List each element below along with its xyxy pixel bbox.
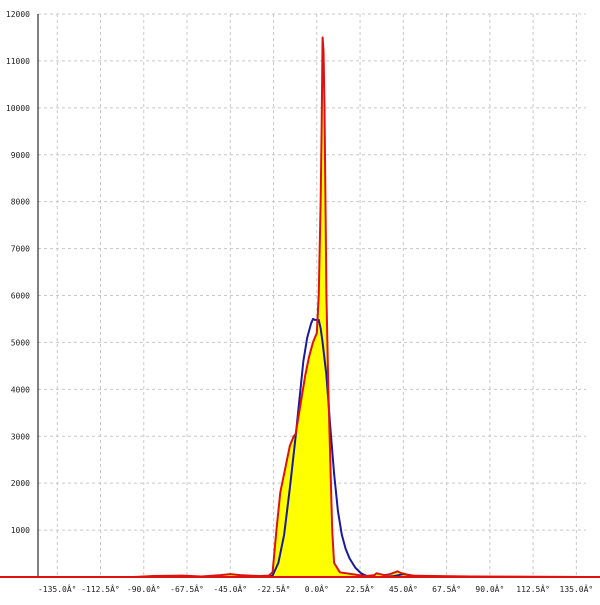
y-tick-label: 12000 bbox=[6, 10, 30, 19]
y-tick-label: 7000 bbox=[11, 245, 30, 254]
x-tick-labels: -135.0Â° -112.5Â° -90.0Â° -67.5Â° -45.0Â° -22… bbox=[38, 583, 593, 594]
y-tick-label: 1000 bbox=[11, 526, 30, 535]
chart-svg: -135.0Â° -112.5Â° -90.0Â° -67.5Â° -45.0Â° -22… bbox=[0, 10, 600, 594]
series-0-area bbox=[38, 37, 586, 577]
x-tick-label: 112.5Â° bbox=[516, 583, 550, 594]
x-tick-label: 0.0Â° bbox=[305, 583, 329, 594]
y-tick-label: 2000 bbox=[11, 479, 30, 488]
y-tick-label: 4000 bbox=[11, 385, 30, 394]
y-tick-label: 3000 bbox=[11, 432, 30, 441]
x-tick-label: -67.5Â° bbox=[170, 583, 204, 594]
x-tick-label: 90.0Â° bbox=[475, 583, 504, 594]
x-tick-label: 67.5Â° bbox=[432, 583, 461, 594]
x-tick-label: -22.5Â° bbox=[257, 583, 291, 594]
x-tick-label: -90.0Â° bbox=[127, 583, 161, 594]
y-tick-label: 5000 bbox=[11, 338, 30, 347]
area-fill-layer bbox=[38, 37, 586, 577]
y-tick-labels: 1000 2000 3000 4000 5000 6000 7000 8000 9000 1000… bbox=[6, 10, 30, 535]
y-tick-label: 11000 bbox=[6, 57, 30, 66]
x-tick-label: -45.0Â° bbox=[213, 583, 247, 594]
y-tick-label: 10000 bbox=[6, 104, 30, 113]
y-tick-label: 6000 bbox=[11, 292, 30, 301]
chart: -135.0Â° -112.5Â° -90.0Â° -67.5Â° -45.0Â° -22… bbox=[0, 0, 600, 600]
x-tick-label: -135.0Â° bbox=[38, 583, 77, 594]
x-tick-label: -112.5Â° bbox=[81, 583, 120, 594]
y-tick-label: 8000 bbox=[11, 198, 30, 207]
y-tick-label: 9000 bbox=[11, 151, 30, 160]
x-tick-label: 45.0Â° bbox=[389, 583, 418, 594]
x-tick-label: 135.0Â° bbox=[560, 583, 594, 594]
x-tick-label: 22.5Â° bbox=[346, 583, 375, 594]
